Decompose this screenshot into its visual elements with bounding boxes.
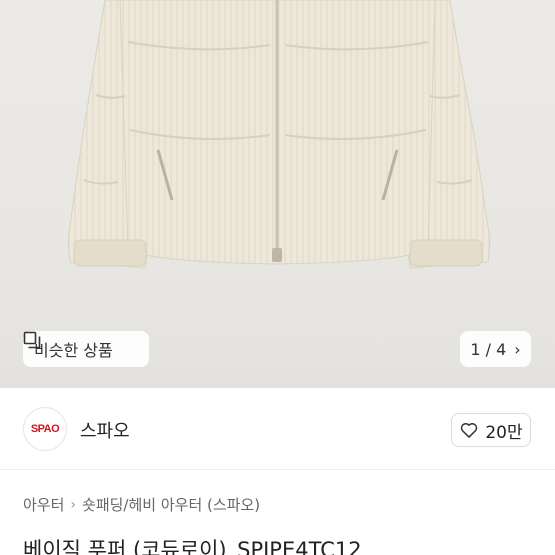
breadcrumb-level1[interactable]: 아우터 (23, 494, 64, 515)
seller-logo: SPAO (23, 407, 67, 451)
similar-items-icon (23, 331, 41, 349)
image-counter-button[interactable]: 1 / 4 › (460, 331, 531, 367)
product-title: 베이직 푸퍼 (코듀로이)_SPJPE4TC12 (23, 538, 362, 555)
seller-name[interactable]: 스파오 (80, 417, 130, 443)
breadcrumb: 아우터 › 숏패딩/헤비 아우터 (스파오) (23, 494, 260, 515)
chevron-right-icon: › (514, 339, 521, 359)
image-counter: 1 / 4 (470, 339, 507, 359)
like-button[interactable]: 20만 (451, 413, 531, 447)
like-count: 20만 (485, 422, 523, 443)
similar-products-label: 비슷한 상품 (34, 341, 113, 360)
chevron-right-icon: › (70, 496, 77, 513)
product-image[interactable]: 비슷한 상품 1 / 4 › (0, 0, 555, 388)
breadcrumb-level2[interactable]: 숏패딩/헤비 아우터 (스파오) (82, 494, 260, 515)
jacket-illustration (67, 0, 491, 269)
heart-icon (461, 422, 478, 438)
similar-products-button[interactable]: 비슷한 상품 (23, 331, 149, 367)
